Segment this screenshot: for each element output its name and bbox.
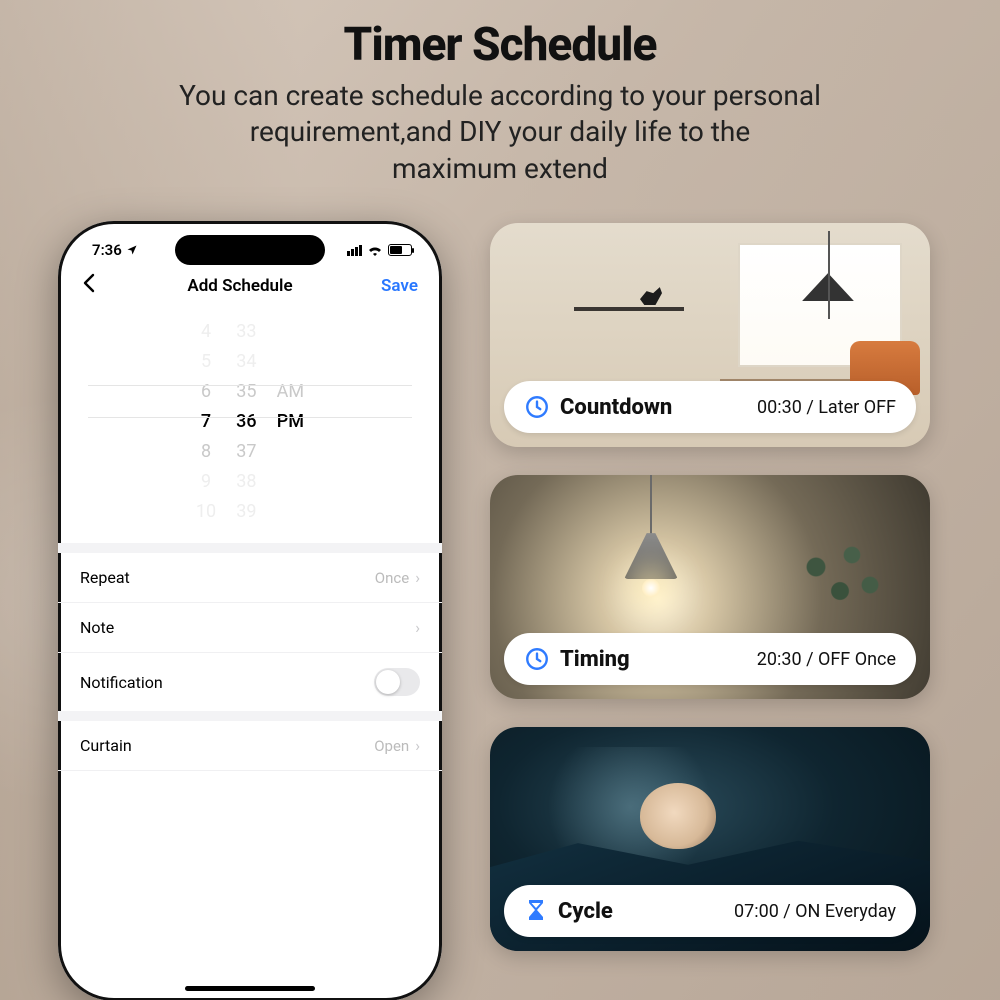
battery-icon	[388, 244, 412, 256]
home-indicator	[185, 986, 315, 991]
chevron-right-icon: ›	[415, 618, 420, 637]
phone-notch	[175, 235, 325, 265]
countdown-card: Countdown 00:30 / Later OFF	[490, 223, 930, 447]
subtitle-line: maximum extend	[392, 152, 608, 185]
card-name: Timing	[560, 647, 630, 672]
wifi-icon	[367, 244, 383, 256]
timing-card: Timing 20:30 / OFF Once	[490, 475, 930, 699]
back-button[interactable]	[82, 273, 122, 299]
page-title: Timer Schedule	[0, 18, 1000, 72]
curtain-label: Curtain	[80, 736, 132, 755]
subtitle-line: requirement,and DIY your daily life to t…	[250, 115, 750, 148]
curtain-row[interactable]: Curtain Open ›	[58, 721, 442, 771]
cellular-icon	[347, 245, 362, 256]
card-detail: 07:00 / ON Everyday	[734, 901, 896, 922]
picker-minutes[interactable]: 33 34 35 36 37 38 39	[236, 317, 256, 527]
cycle-pill: Cycle 07:00 / ON Everyday	[504, 885, 916, 937]
hourglass-icon	[524, 898, 548, 924]
card-name: Countdown	[560, 395, 672, 420]
notification-toggle[interactable]	[374, 668, 420, 696]
cycle-card: Cycle 07:00 / ON Everyday	[490, 727, 930, 951]
notification-label: Notification	[80, 673, 163, 692]
card-name: Cycle	[558, 899, 613, 924]
picker-ampm[interactable]: AM PM	[277, 317, 304, 527]
clock-icon	[524, 394, 550, 420]
timing-pill: Timing 20:30 / OFF Once	[504, 633, 916, 685]
countdown-pill: Countdown 00:30 / Later OFF	[504, 381, 916, 433]
time-picker[interactable]: 4 5 6 7 8 9 10 33 34 35 36 37 38 39 AM P…	[58, 309, 442, 543]
picker-hours[interactable]: 4 5 6 7 8 9 10	[196, 317, 216, 527]
clock-icon	[524, 646, 550, 672]
page-subtitle: You can create schedule according to you…	[0, 78, 1000, 187]
note-row[interactable]: Note ›	[58, 603, 442, 653]
note-label: Note	[80, 618, 114, 637]
repeat-row[interactable]: Repeat Once ›	[58, 553, 442, 603]
card-detail: 20:30 / OFF Once	[757, 649, 896, 670]
location-icon	[126, 244, 138, 256]
save-button[interactable]: Save	[358, 276, 418, 296]
phone-mockup: 7:36 Add Schedule Save 4 5 6 7 8	[58, 221, 442, 1000]
nav-bar: Add Schedule Save	[58, 259, 442, 309]
status-time: 7:36	[92, 241, 122, 259]
chevron-right-icon: ›	[415, 736, 420, 755]
chevron-left-icon	[82, 273, 96, 293]
repeat-value: Once	[375, 569, 409, 587]
curtain-value: Open	[374, 737, 409, 755]
repeat-label: Repeat	[80, 568, 130, 587]
subtitle-line: You can create schedule according to you…	[179, 79, 821, 112]
chevron-right-icon: ›	[415, 568, 420, 587]
notification-row: Notification	[58, 653, 442, 711]
nav-title: Add Schedule	[187, 276, 292, 296]
card-detail: 00:30 / Later OFF	[757, 397, 896, 418]
